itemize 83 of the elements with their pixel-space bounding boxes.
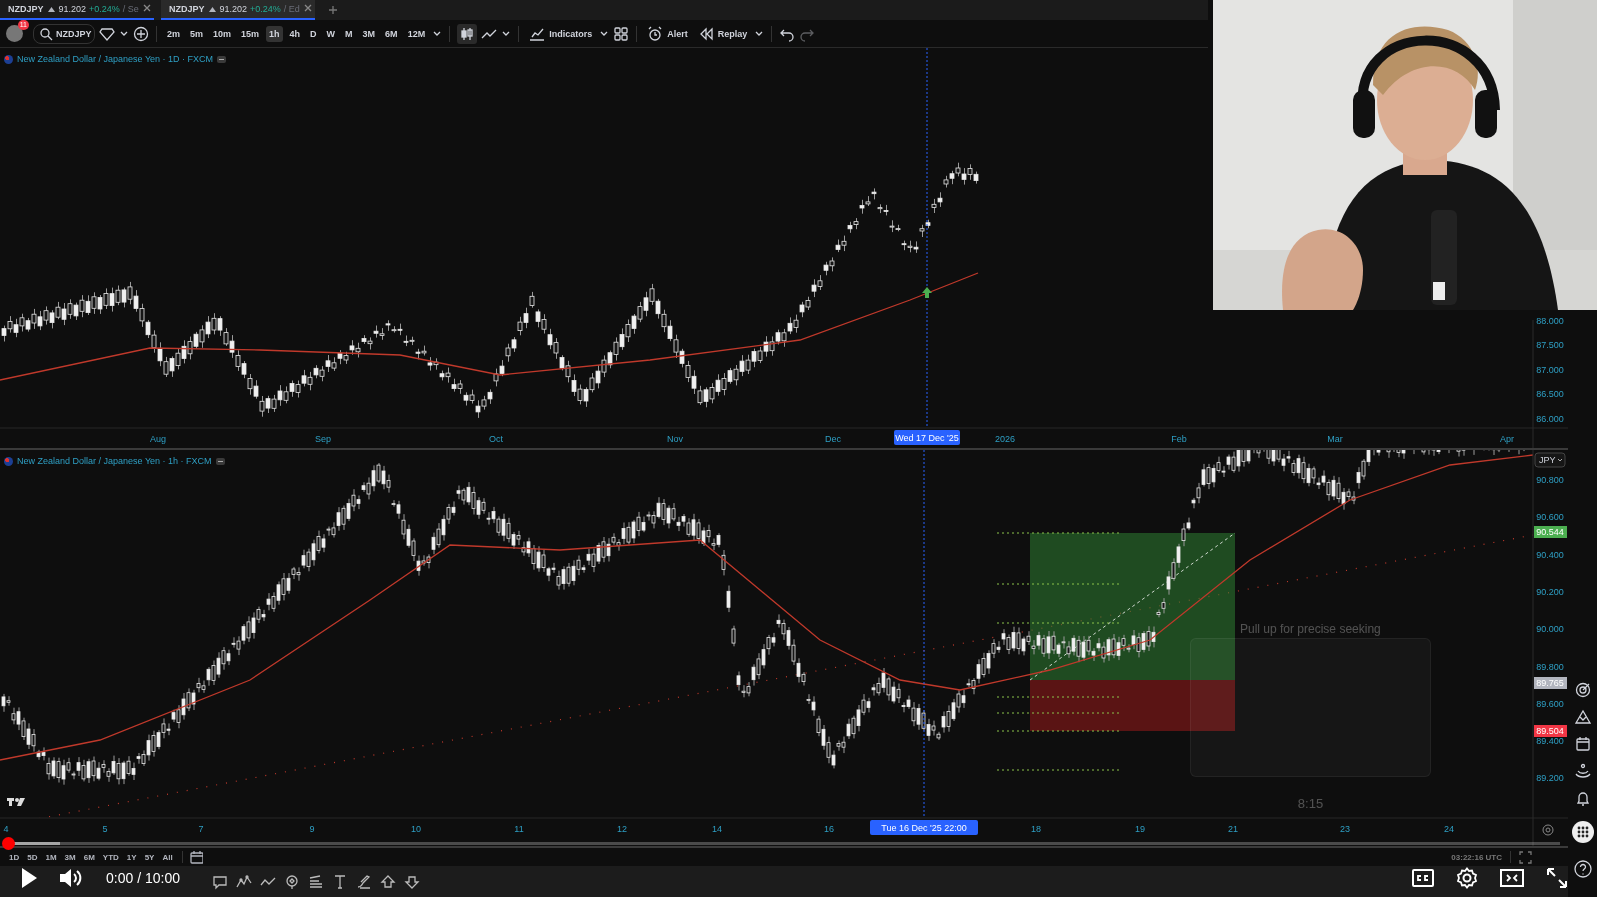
price-tag: 89.504 [1534,725,1567,737]
axis-label: 89.800 [1536,661,1564,672]
axis-label: 87.000 [1536,364,1564,375]
range-button[interactable]: YTD [99,851,122,863]
interval-button[interactable]: 1h [266,25,283,42]
axis-label: Dec [825,434,841,444]
range-button[interactable]: 3M [61,851,79,863]
axis-label: 90.200 [1536,586,1564,597]
axis-label: Mar [1327,434,1343,444]
range-button[interactable]: 1Y [123,851,140,863]
axis-label: 11 [514,824,524,834]
axis-label: Sep [315,434,331,444]
axis-label: Feb [1171,434,1187,444]
range-button[interactable]: 6M [80,851,98,863]
interval-button[interactable]: 6M [382,25,401,42]
toolbar-button[interactable]: Replay [694,22,751,45]
axis-label: 21 [1228,824,1238,834]
axis-label: 87.500 [1536,340,1564,351]
tab-title: / Se [122,4,139,14]
interval-button[interactable]: 15m [238,25,263,42]
axis-label: 12 [617,824,627,834]
axis-label: 23 [1340,824,1350,834]
axis-label: 90.600 [1536,512,1564,523]
axis-label: 90.800 [1536,475,1564,485]
axis-label: 90.400 [1536,549,1564,560]
range-button[interactable]: 1D [6,851,23,863]
axis-label: 4 [3,824,9,834]
axis-label: 18 [1031,824,1041,834]
axis-label: 88.000 [1536,316,1564,326]
tab-title: / Ed [283,4,300,14]
interval-button[interactable]: 12M [404,25,429,42]
axis-label: Aug [150,434,166,444]
axis-label: 5 [102,824,108,834]
tab-change: +0.24% [89,4,120,14]
axis-label: Oct [489,434,503,444]
axis-label: 9 [309,824,315,834]
preview-time: 8:15 [1296,796,1325,811]
axis-label: 19 [1135,824,1145,834]
toolbar-button[interactable]: Indicators [526,22,596,45]
range-button[interactable]: 1M [42,851,60,863]
axis-label: 90.000 [1536,624,1564,635]
axis-label: 7 [198,824,204,834]
currency-selector[interactable]: JPY [1534,452,1566,468]
interval-button[interactable]: 2m [164,25,183,42]
axis-label: 16 [824,824,834,834]
axis-label: 86.500 [1536,389,1564,400]
axis-label: 10 [411,824,421,834]
video-time: 0:00 / 10:00 [106,870,180,886]
price-tag: 90.544 [1534,526,1567,538]
axis-label: 89.600 [1536,698,1564,709]
interval-button[interactable]: D [307,25,320,42]
interval-button[interactable]: 10m [210,25,235,42]
tab-change: +0.24% [250,4,281,14]
axis-label: 89.200 [1536,773,1564,784]
range-button[interactable]: 5D [24,851,41,863]
axis-label: Nov [667,434,683,444]
interval-button[interactable]: 3M [359,25,379,42]
tab-symbol: NZDJPY [8,4,44,14]
tab-price: 91.202 [58,4,87,14]
axis-label: 24 [1444,824,1454,834]
symbol-search-field[interactable]: NZDJPY [33,23,95,44]
axis-label: 14 [712,824,722,834]
interval-button[interactable]: M [342,25,356,42]
range-button[interactable]: All [159,851,176,863]
crosshair-date-label: Wed 17 Dec '25 [894,430,960,445]
interval-button[interactable]: 4h [286,25,304,42]
interval-button[interactable]: 5m [187,25,207,42]
chart-legend: New Zealand Dollar / Japanese Yen · 1D · FXCM [17,54,214,64]
chart-legend: New Zealand Dollar / Japanese Yen · 1h · FXCM [17,456,212,466]
crosshair-date-label: Tue 16 Dec '25 22:00 [870,820,978,835]
axis-label: 86.000 [1536,413,1564,424]
axis-label: 2026 [995,434,1015,444]
utc-clock: 03:22:16 UTC [1451,852,1502,862]
range-button[interactable]: 5Y [141,851,158,863]
price-tag: 89.765 [1534,677,1567,689]
interval-button[interactable]: W [323,25,339,42]
axis-label: Apr [1500,434,1514,444]
seek-hint: Pull up for precise seeking [1239,622,1382,636]
browser-tab[interactable]: NZDJPY 91.202 +0.24% / Ed [161,0,315,20]
tab-price: 91.202 [219,4,248,14]
tab-symbol: NZDJPY [169,4,205,14]
axis-label: 89.400 [1536,736,1564,747]
toolbar-button[interactable]: Alert [644,22,691,45]
